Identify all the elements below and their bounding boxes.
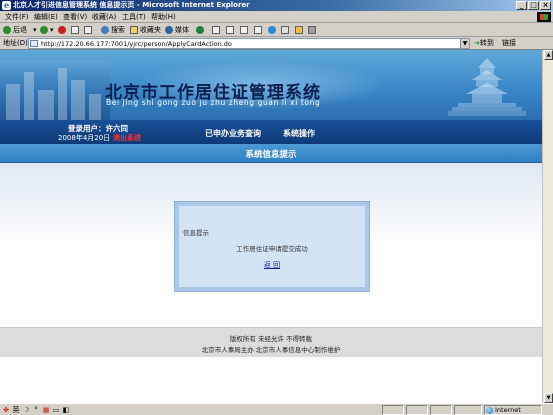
scroll-up-icon[interactable]: ▲ [544,50,553,60]
favorites-button[interactable]: 收藏夹 [140,25,161,35]
toolbar: 后退 ▾ ▾ 搜索 收藏夹 媒体 [0,23,553,37]
scroll-down-icon[interactable]: ▼ [544,393,553,403]
folder-icon[interactable] [295,26,303,34]
zone-label: Internet [495,406,521,414]
tool-icon[interactable] [308,26,316,34]
window-titlebar: e 北京人才引进信息管理系统 信息提示页 - Microsoft Interne… [0,0,553,11]
menu-file[interactable]: 文件(F) [5,13,29,22]
address-bar: 地址(D) http://172.20.66.177:7001/yjrc/per… [0,37,553,50]
research-icon[interactable] [281,26,289,34]
menu-favorites[interactable]: 收藏(A) [92,13,116,22]
go-label: 转到 [479,39,494,47]
discuss-icon[interactable] [254,26,262,34]
menu-bar: 文件(F) 编辑(E) 查看(V) 收藏(A) 工具(T) 帮助(H) [0,11,553,23]
print-icon[interactable] [226,26,234,34]
stop-icon[interactable] [58,26,66,34]
status-cell [382,405,404,415]
site-pinyin: Bei jing shi gong zuo ju zhu zheng guan … [106,98,321,107]
edit-icon[interactable] [240,26,248,34]
message-title: 信息提示 [183,229,209,237]
search-icon[interactable] [101,26,109,34]
site-banner: 北京市工作居住证管理系统 Bei jing shi gong zuo ju zh… [0,50,542,120]
sponsor-text: 北京市人事局主办 北京市人事信息中心制作维护 [201,346,341,354]
city-skyline-image [0,60,110,120]
status-cell [454,405,482,415]
back-link[interactable]: 返 回 [179,260,365,270]
refresh-icon[interactable] [71,26,79,34]
nav-query-link[interactable]: 已申办业务查询 [205,128,261,139]
status-bar: ✤ 英 ☽ ° ▦ ▭ ◧ Internet [0,403,553,415]
ime-toolbar[interactable]: ✤ 英 ☽ ° ▦ ▭ ◧ [2,405,70,415]
favorites-icon[interactable] [130,26,138,34]
home-icon[interactable] [84,26,92,34]
search-button[interactable]: 搜索 [111,25,125,35]
ime-options-icon[interactable]: ◧ [62,406,70,414]
media-icon[interactable] [165,26,173,34]
temple-of-heaven-image [448,58,526,116]
forward-arrow-icon[interactable] [40,26,48,34]
section-title: 系统信息提示 [245,150,297,160]
window-controls: _ □ × [516,1,551,10]
message-body: 工作居住证申请提交成功 [236,245,308,253]
status-cell [430,405,452,415]
minimize-button[interactable]: _ [516,1,527,10]
address-input[interactable]: http://172.20.66.177:7001/yjrc/person/Ap… [28,38,470,49]
media-button[interactable]: 媒体 [175,25,189,35]
nav-operation-link[interactable]: 系统操作 [283,128,315,139]
go-button[interactable]: ➔转到 [474,39,494,48]
page-viewport: 北京市工作居住证管理系统 Bei jing shi gong zuo ju zh… [0,50,542,403]
date-line: 2008年4月20日 退出系统 [58,133,141,143]
back-button[interactable]: 后退 [13,25,27,35]
internet-globe-icon [486,407,493,414]
history-icon[interactable] [196,26,204,34]
page-footer: 版权所有 未经允许 不得转载 北京市人事局主办 北京市人事信息中心制作维护 [0,327,542,357]
messenger-icon[interactable] [268,26,276,34]
logout-link[interactable]: 退出系统 [113,134,141,142]
page-icon [30,40,38,47]
back-arrow-icon[interactable] [3,26,11,34]
ime-mode[interactable]: 英 [12,406,20,414]
links-button[interactable]: 链接 [502,39,516,48]
windows-logo-icon [537,12,551,22]
ime-keyboard-icon[interactable]: ▭ [52,406,60,414]
nav-bar: 登录用户：许六同 2008年4月20日 退出系统 已申办业务查询 系统操作 [0,120,542,144]
dropdown-icon[interactable]: ▾ [33,25,37,35]
ime-punct-icon[interactable]: ° [32,406,40,414]
ime-moon-icon[interactable]: ☽ [22,406,30,414]
menu-help[interactable]: 帮助(H) [151,13,176,22]
close-button[interactable]: × [540,1,551,10]
maximize-button[interactable]: □ [528,1,539,10]
address-url[interactable]: http://172.20.66.177:7001/yjrc/person/Ap… [41,40,232,48]
vertical-scrollbar[interactable]: ▲ ▼ [542,50,553,403]
window-title: 北京人才引进信息管理系统 信息提示页 - Microsoft Internet … [13,1,250,9]
message-box: 信息提示 工作居住证申请提交成功 返 回 [174,201,370,292]
ime-network-icon[interactable]: ▦ [42,406,50,414]
message-panel: 信息提示 工作居住证申请提交成功 返 回 [179,206,365,287]
address-dropdown-icon[interactable]: ▼ [460,39,469,48]
ime-logo-icon[interactable]: ✤ [2,406,10,414]
section-header: 系统信息提示 [0,144,542,163]
copyright-text: 版权所有 未经允许 不得转载 [229,335,313,343]
address-label: 地址(D) [3,39,28,47]
dropdown-icon[interactable]: ▾ [50,25,54,35]
status-cell [406,405,428,415]
current-date: 2008年4月20日 [58,134,111,142]
ie-icon: e [2,0,11,10]
menu-tools[interactable]: 工具(T) [122,13,146,22]
security-zone: Internet [484,405,542,415]
mail-icon[interactable] [212,26,220,34]
menu-edit[interactable]: 编辑(E) [34,13,58,22]
menu-view[interactable]: 查看(V) [63,13,87,22]
